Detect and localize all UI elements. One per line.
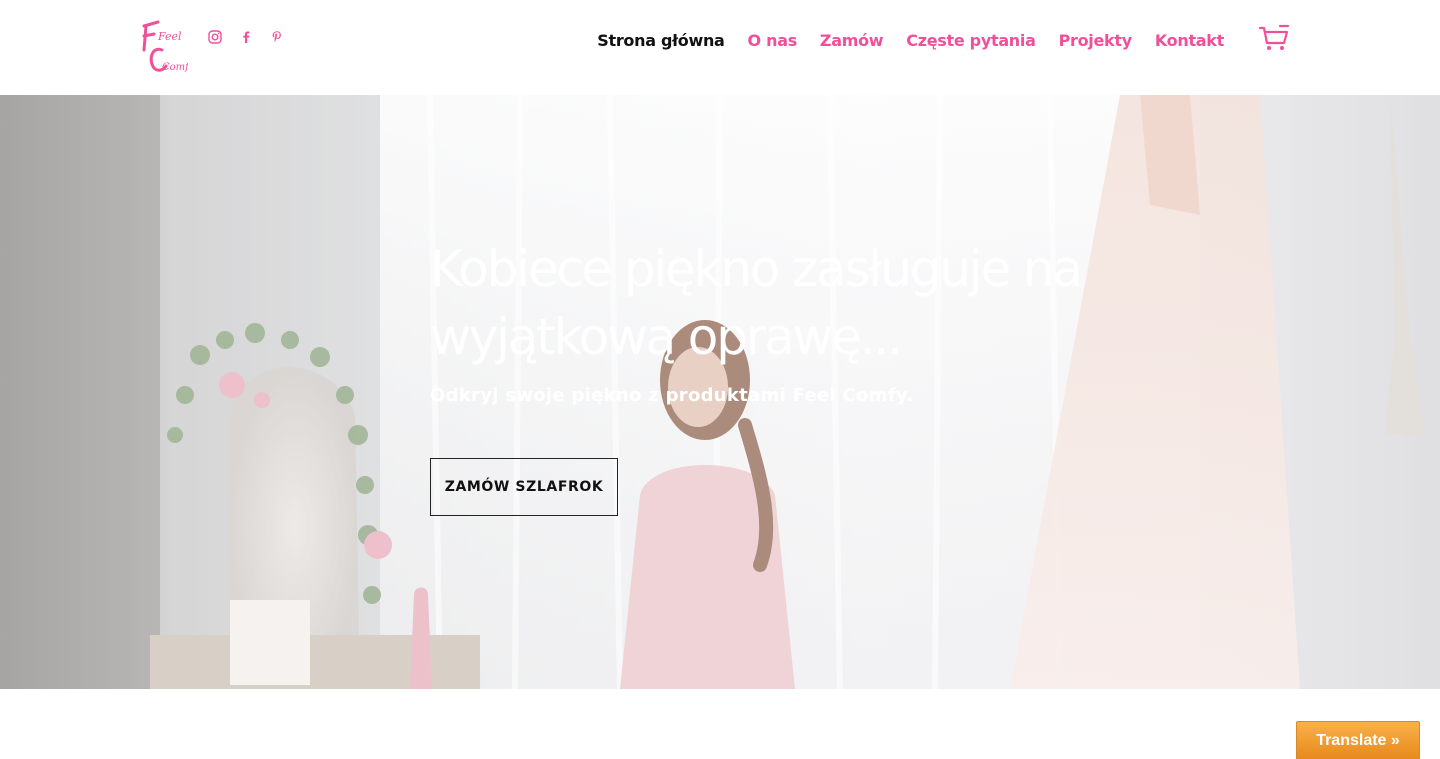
- brand-logo[interactable]: Feel Comfy: [140, 20, 188, 74]
- nav-item-home[interactable]: Strona główna: [597, 31, 725, 50]
- hero-title: Kobiece piękno zasługuje na wyjątkową op…: [430, 240, 1083, 366]
- hero-section: Kobiece piękno zasługuje na wyjątkową op…: [0, 95, 1440, 689]
- logo-mark-icon: Feel Comfy: [142, 20, 188, 73]
- hero-subtitle: Odkryj swoje piękno z produktami Feel Co…: [430, 385, 914, 406]
- svg-text:Comfy: Comfy: [162, 62, 188, 73]
- facebook-icon[interactable]: [238, 29, 254, 45]
- site-header: Feel Comfy Strona główna O nas Zamów Czę…: [0, 0, 1440, 95]
- instagram-icon[interactable]: [207, 29, 223, 45]
- cart-icon[interactable]: [1258, 24, 1290, 52]
- svg-text:Feel: Feel: [157, 30, 182, 43]
- translate-button[interactable]: Translate »: [1296, 721, 1420, 759]
- nav-item-projects[interactable]: Projekty: [1059, 31, 1133, 50]
- order-robe-button[interactable]: ZAMÓW SZLAFROK: [430, 458, 618, 516]
- main-navigation: Strona główna O nas Zamów Częste pytania…: [597, 28, 1224, 52]
- nav-item-faq[interactable]: Częste pytania: [906, 31, 1036, 50]
- pinterest-icon[interactable]: [269, 29, 285, 45]
- nav-item-contact[interactable]: Kontakt: [1155, 31, 1224, 50]
- nav-item-about[interactable]: O nas: [748, 31, 798, 50]
- nav-item-order[interactable]: Zamów: [820, 31, 884, 50]
